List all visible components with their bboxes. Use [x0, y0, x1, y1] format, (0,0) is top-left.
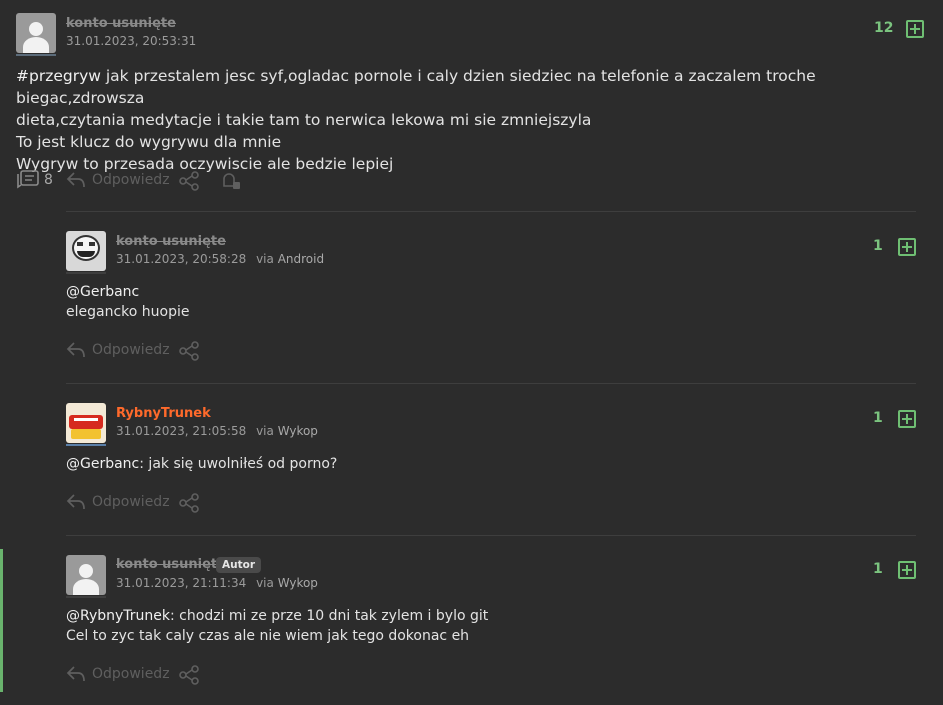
via-label: via: [256, 576, 274, 590]
share-icon[interactable]: [178, 493, 200, 513]
tag-link[interactable]: #przegryw: [16, 67, 101, 85]
reply-label: Odpowiedz: [92, 666, 170, 682]
divider: [66, 383, 916, 384]
user-mention[interactable]: @Gerbanc: [66, 284, 139, 300]
comment-text-line: Cel to zyc tak caly czas ale nie wiem ja…: [66, 628, 470, 644]
share-icon[interactable]: [178, 341, 200, 361]
reply-button[interactable]: Odpowiedz: [66, 341, 170, 359]
divider: [66, 535, 916, 536]
entry-text-line: dieta,czytania medytacje i takie tam to …: [16, 111, 592, 129]
avatar[interactable]: [66, 231, 106, 271]
share-icon[interactable]: [178, 665, 200, 685]
comment-vote-count: 1: [873, 238, 883, 254]
entry-text-line: jak przestalem jesc syf,ogladac pornole …: [16, 67, 816, 107]
entry-body: #przegryw jak przestalem jesc syf,oglada…: [16, 65, 931, 175]
via-label: via: [256, 252, 274, 266]
entry-vote-count: 12: [874, 20, 894, 36]
source-label: Android: [277, 252, 325, 266]
entry-timestamp[interactable]: 31.01.2023, 20:53:31: [66, 34, 196, 48]
comment-text-line: : chodzi mi ze prze 10 dni tak zylem i b…: [170, 608, 489, 624]
upvote-button[interactable]: [898, 561, 916, 579]
reply-button[interactable]: Odpowiedz: [66, 171, 170, 189]
share-icon[interactable]: [178, 171, 200, 191]
timestamp: 31.01.2023, 21:11:34: [116, 576, 247, 590]
via-label: via: [256, 424, 274, 438]
comment-username[interactable]: RybnyTrunek: [116, 406, 211, 421]
comment-count: 8: [44, 172, 53, 188]
comment-body: @RybnyTrunek: chodzi mi ze prze 10 dni t…: [66, 606, 488, 646]
comment-text-line: : jak się uwolniłeś od porno?: [139, 456, 338, 472]
avatar[interactable]: [16, 13, 56, 53]
comment-timestamp[interactable]: 31.01.2023, 21:05:58 via Wykop: [116, 424, 318, 438]
avatar[interactable]: [66, 555, 106, 595]
reply-icon: [66, 341, 86, 359]
divider: [66, 211, 916, 212]
avatar[interactable]: [66, 403, 106, 443]
timestamp: 31.01.2023, 21:05:58: [116, 424, 247, 438]
comment-vote-count: 1: [873, 561, 883, 577]
comment-body: @Gerbanc elegancko huopie: [66, 282, 189, 322]
reply-button[interactable]: Odpowiedz: [66, 665, 170, 683]
reply-label: Odpowiedz: [92, 494, 170, 510]
comments-button[interactable]: 8: [16, 170, 53, 190]
reply-label: Odpowiedz: [92, 172, 170, 188]
entry-username[interactable]: konto usunięte: [66, 16, 176, 31]
comment-username[interactable]: konto usunięte: [116, 557, 226, 572]
comment-vote-count: 1: [873, 410, 883, 426]
reply-icon: [66, 493, 86, 511]
comment-timestamp[interactable]: 31.01.2023, 20:58:28 via Android: [116, 252, 324, 266]
author-highlight-bar: [0, 549, 3, 692]
upvote-button[interactable]: [906, 20, 924, 38]
comment-username[interactable]: konto usunięte: [116, 234, 226, 249]
reply-button[interactable]: Odpowiedz: [66, 493, 170, 511]
reply-icon: [66, 665, 86, 683]
source-label: Wykop: [277, 424, 318, 438]
notification-bell-icon[interactable]: [220, 171, 242, 191]
upvote-button[interactable]: [898, 238, 916, 256]
comment-timestamp[interactable]: 31.01.2023, 21:11:34 via Wykop: [116, 576, 318, 590]
source-label: Wykop: [277, 576, 318, 590]
entry-text-line: To jest klucz do wygrywu dla mnie: [16, 133, 282, 151]
upvote-button[interactable]: [898, 410, 916, 428]
timestamp: 31.01.2023, 20:58:28: [116, 252, 247, 266]
author-badge: Autor: [216, 557, 262, 573]
reply-label: Odpowiedz: [92, 342, 170, 358]
comment-text-line: elegancko huopie: [66, 304, 190, 320]
comment-body: @Gerbanc: jak się uwolniłeś od porno?: [66, 454, 337, 474]
reply-icon: [66, 171, 86, 189]
user-mention[interactable]: @RybnyTrunek: [66, 608, 170, 624]
user-mention[interactable]: @Gerbanc: [66, 456, 139, 472]
comments-icon: [16, 170, 40, 190]
